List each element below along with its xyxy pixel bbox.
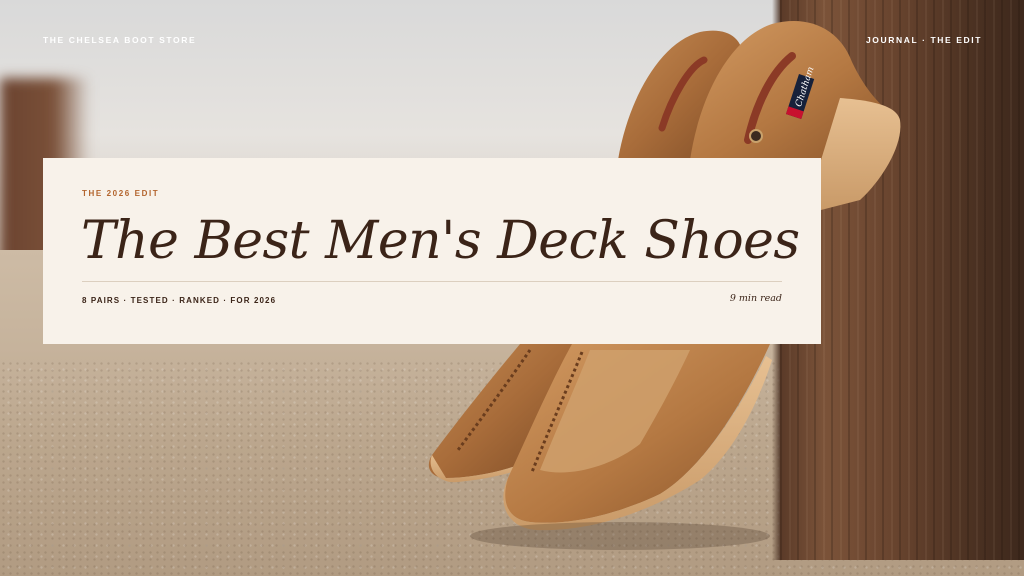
journal-nav-link[interactable]: JOURNAL · THE EDIT [866, 35, 982, 45]
article-title-card: THE 2026 EDIT The Best Men's Deck Shoes … [43, 158, 821, 344]
article-kicker: THE 2026 EDIT [82, 189, 160, 198]
card-divider [82, 281, 782, 282]
article-meta: 8 PAIRS · TESTED · RANKED · FOR 2026 [82, 296, 277, 305]
front-shoe-eyelet [749, 129, 763, 143]
article-read-time: 9 min read [729, 293, 782, 304]
store-brand-link[interactable]: THE CHELSEA BOOT STORE [43, 35, 196, 45]
shoe-shadow [470, 522, 770, 550]
article-title: The Best Men's Deck Shoes [81, 211, 800, 271]
